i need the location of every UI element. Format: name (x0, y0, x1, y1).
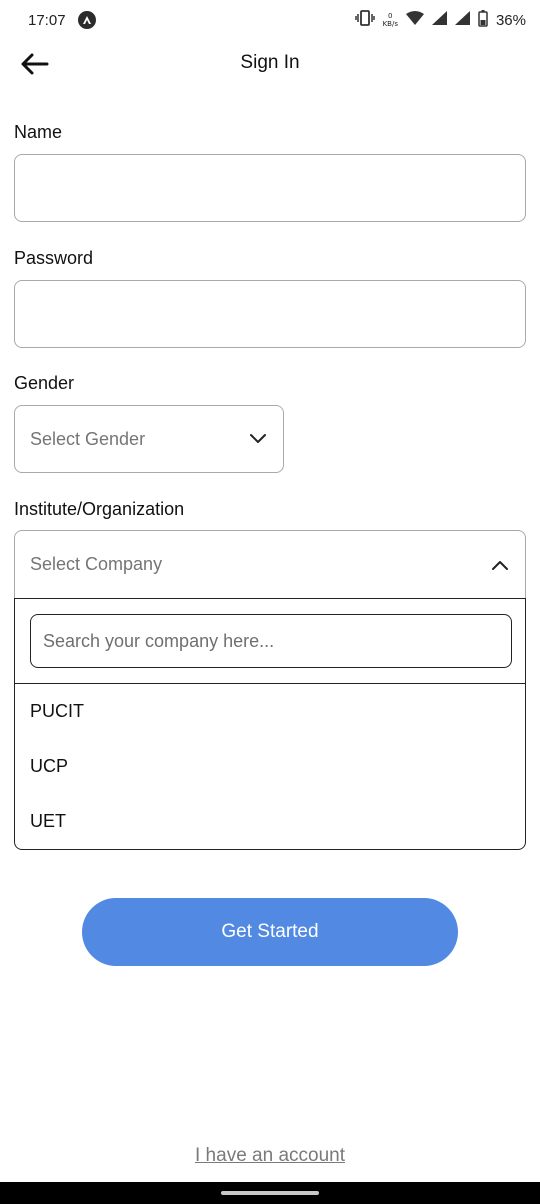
gender-select-placeholder: Select Gender (30, 428, 146, 449)
gender-label: Gender (14, 373, 75, 393)
battery-icon (478, 9, 488, 31)
wifi-icon (405, 11, 424, 29)
gender-select[interactable]: Select Gender (14, 405, 284, 473)
system-nav-bar (0, 1182, 540, 1204)
header: Sign In (0, 40, 540, 86)
get-started-button[interactable]: Get Started (82, 898, 458, 966)
vibrate-icon (354, 10, 375, 30)
company-search-wrapper (15, 599, 525, 684)
net-speed-value: 0 (388, 12, 393, 20)
password-label: Password (14, 248, 94, 268)
signal-icon (431, 11, 447, 29)
signal-icon-2 (454, 11, 470, 29)
have-account-link[interactable]: I have an account (0, 1145, 540, 1167)
company-option-pucit[interactable]: PUCIT (15, 684, 525, 739)
battery-percent: 36% (495, 11, 526, 29)
company-label: Institute/Organization (14, 499, 185, 519)
name-input[interactable] (14, 154, 526, 222)
app-notification-icon (77, 11, 96, 29)
net-speed-indicator: 0 KB/s (383, 12, 398, 28)
password-input[interactable] (14, 280, 526, 348)
company-option-ucp[interactable]: UCP (15, 739, 525, 794)
status-bar: 17:07 0 KB/s 36% (0, 0, 540, 40)
company-select[interactable]: Select Company (14, 530, 526, 598)
page-title: Sign In (240, 52, 300, 73)
net-speed-unit: KB/s (382, 20, 398, 28)
company-select-placeholder: Select Company (30, 554, 163, 574)
home-indicator[interactable] (221, 1191, 319, 1195)
name-label: Name (14, 122, 63, 142)
company-dropdown-panel: PUCIT UCP UET (14, 598, 526, 850)
company-option-uet[interactable]: UET (15, 794, 525, 849)
status-time: 17:07 (28, 11, 66, 29)
chevron-up-icon (490, 555, 510, 575)
company-search-input[interactable] (30, 614, 512, 668)
status-icons: 0 KB/s 36% (354, 9, 526, 31)
chevron-down-icon (248, 429, 268, 449)
